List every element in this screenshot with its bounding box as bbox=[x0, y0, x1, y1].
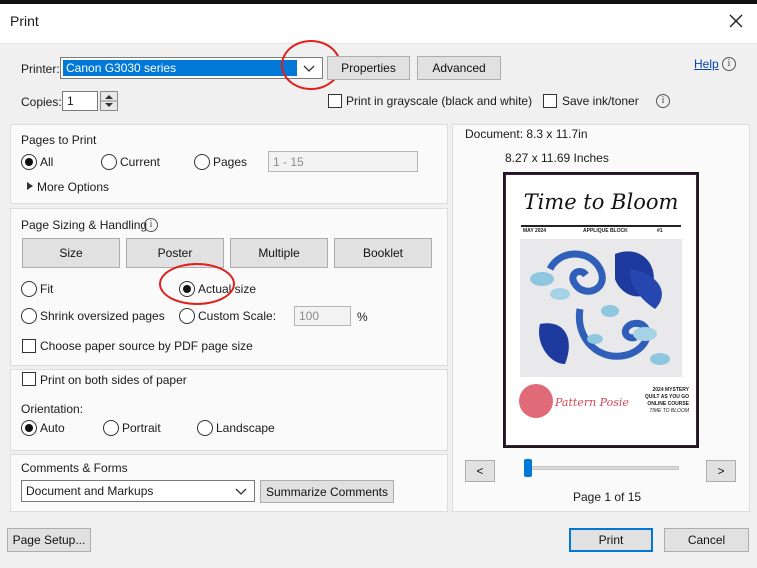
course-line-4: TIME TO BLOOM bbox=[649, 408, 689, 414]
multiple-button[interactable]: Multiple bbox=[230, 238, 328, 268]
triangle-right-icon bbox=[27, 182, 33, 190]
comments-selected-value: Document and Markups bbox=[26, 484, 154, 498]
quilt-block-image bbox=[520, 239, 682, 377]
grayscale-checkbox[interactable] bbox=[328, 94, 342, 108]
percent-label: % bbox=[357, 310, 368, 324]
pages-range-radio[interactable] bbox=[194, 154, 210, 170]
save-ink-info-icon[interactable]: i bbox=[656, 94, 670, 108]
page-setup-button[interactable]: Page Setup... bbox=[7, 528, 91, 552]
landscape-radio[interactable] bbox=[197, 420, 213, 436]
portrait-label: Portrait bbox=[122, 421, 161, 435]
chevron-down-icon bbox=[235, 488, 247, 495]
stepper-arrows-icon bbox=[101, 95, 117, 107]
grayscale-label: Print in grayscale (black and white) bbox=[346, 94, 533, 108]
auto-orientation-radio[interactable] bbox=[21, 420, 37, 436]
document-size-label: Document: 8.3 x 11.7in bbox=[465, 127, 588, 141]
cancel-button[interactable]: Cancel bbox=[664, 528, 749, 552]
paper-size-label: 8.27 x 11.69 Inches bbox=[505, 151, 609, 165]
printer-select[interactable]: Canon G3030 series bbox=[60, 57, 323, 79]
window-title: Print bbox=[10, 13, 39, 29]
close-icon bbox=[729, 14, 743, 28]
copies-label: Copies: bbox=[21, 95, 62, 109]
page-indicator: Page 1 of 15 bbox=[573, 490, 642, 504]
thumbnail-title: Time to Bloom bbox=[523, 190, 679, 214]
thumbnail-brand: Pattern Posie bbox=[555, 396, 629, 409]
landscape-label: Landscape bbox=[216, 421, 275, 435]
help-link[interactable]: Help bbox=[694, 57, 719, 71]
help-info-icon[interactable]: i bbox=[722, 57, 736, 71]
pages-range-input[interactable]: 1 - 15 bbox=[268, 151, 418, 172]
booklet-button[interactable]: Booklet bbox=[334, 238, 432, 268]
fit-label: Fit bbox=[40, 282, 54, 296]
properties-button[interactable]: Properties bbox=[327, 56, 410, 80]
course-line-1: 2024 MYSTERY bbox=[652, 387, 690, 393]
thumbnail-meta-left: MAY 2024 bbox=[523, 228, 547, 234]
portrait-radio[interactable] bbox=[103, 420, 119, 436]
copies-stepper[interactable] bbox=[100, 91, 118, 111]
custom-scale-radio[interactable] bbox=[179, 308, 195, 324]
brand-logo-icon bbox=[519, 384, 553, 418]
page-sizing-heading: Page Sizing & Handling bbox=[21, 218, 148, 232]
save-ink-checkbox[interactable] bbox=[543, 94, 557, 108]
previous-page-button[interactable]: < bbox=[465, 460, 495, 482]
close-button[interactable] bbox=[723, 8, 749, 34]
fit-radio[interactable] bbox=[21, 281, 37, 297]
paper-source-checkbox[interactable] bbox=[22, 339, 36, 353]
current-page-radio[interactable] bbox=[101, 154, 117, 170]
shrink-radio[interactable] bbox=[21, 308, 37, 324]
all-pages-radio[interactable] bbox=[21, 154, 37, 170]
summarize-comments-button[interactable]: Summarize Comments bbox=[260, 480, 394, 503]
title-bar bbox=[0, 0, 757, 44]
both-sides-checkbox[interactable] bbox=[22, 372, 36, 386]
custom-scale-label: Custom Scale: bbox=[198, 309, 277, 323]
save-ink-label: Save ink/toner bbox=[562, 94, 639, 108]
print-button[interactable]: Print bbox=[569, 528, 653, 552]
size-button[interactable]: Size bbox=[22, 238, 120, 268]
actual-size-label: Actual size bbox=[198, 282, 257, 296]
background-strip bbox=[0, 0, 757, 4]
more-options-label: More Options bbox=[37, 180, 110, 194]
thumbnail-rule bbox=[521, 225, 681, 227]
printer-label: Printer: bbox=[21, 62, 60, 76]
actual-size-radio[interactable] bbox=[179, 281, 195, 297]
thumbnail-meta-right: #1 bbox=[657, 228, 663, 234]
comments-select[interactable]: Document and Markups bbox=[21, 480, 255, 502]
page-slider-thumb[interactable] bbox=[524, 459, 532, 477]
pages-to-print-heading: Pages to Print bbox=[21, 133, 97, 147]
paper-source-label: Choose paper source by PDF page size bbox=[40, 339, 253, 353]
thumbnail-course-text: 2024 MYSTERY QUILT AS YOU GO ONLINE COUR… bbox=[635, 387, 689, 415]
course-line-3: ONLINE COURSE bbox=[647, 401, 689, 407]
course-line-2: QUILT AS YOU GO bbox=[644, 394, 689, 400]
poster-button[interactable]: Poster bbox=[126, 238, 224, 268]
next-page-button[interactable]: > bbox=[706, 460, 736, 482]
current-page-label: Current bbox=[120, 155, 161, 169]
page-sizing-info-icon[interactable]: i bbox=[144, 218, 158, 232]
pages-range-label: Pages bbox=[213, 155, 248, 169]
chevron-down-icon bbox=[303, 65, 315, 72]
quilt-applique-graphic bbox=[530, 250, 670, 365]
comments-heading: Comments & Forms bbox=[21, 461, 128, 475]
page-preview: Time to Bloom MAY 2024 APPLIQUE BLOCK #1… bbox=[503, 172, 699, 448]
auto-orientation-label: Auto bbox=[40, 421, 65, 435]
shrink-label: Shrink oversized pages bbox=[40, 309, 165, 323]
copies-input[interactable]: 1 bbox=[62, 91, 98, 111]
page-slider-track[interactable] bbox=[524, 466, 679, 470]
custom-scale-input[interactable]: 100 bbox=[294, 306, 351, 326]
printer-selected-value: Canon G3030 series bbox=[63, 60, 297, 76]
thumbnail-meta-mid: APPLIQUE BLOCK bbox=[583, 228, 628, 234]
all-pages-label: All bbox=[40, 155, 54, 169]
both-sides-label: Print on both sides of paper bbox=[40, 373, 187, 387]
advanced-button[interactable]: Advanced bbox=[417, 56, 501, 80]
orientation-label: Orientation: bbox=[21, 402, 84, 416]
